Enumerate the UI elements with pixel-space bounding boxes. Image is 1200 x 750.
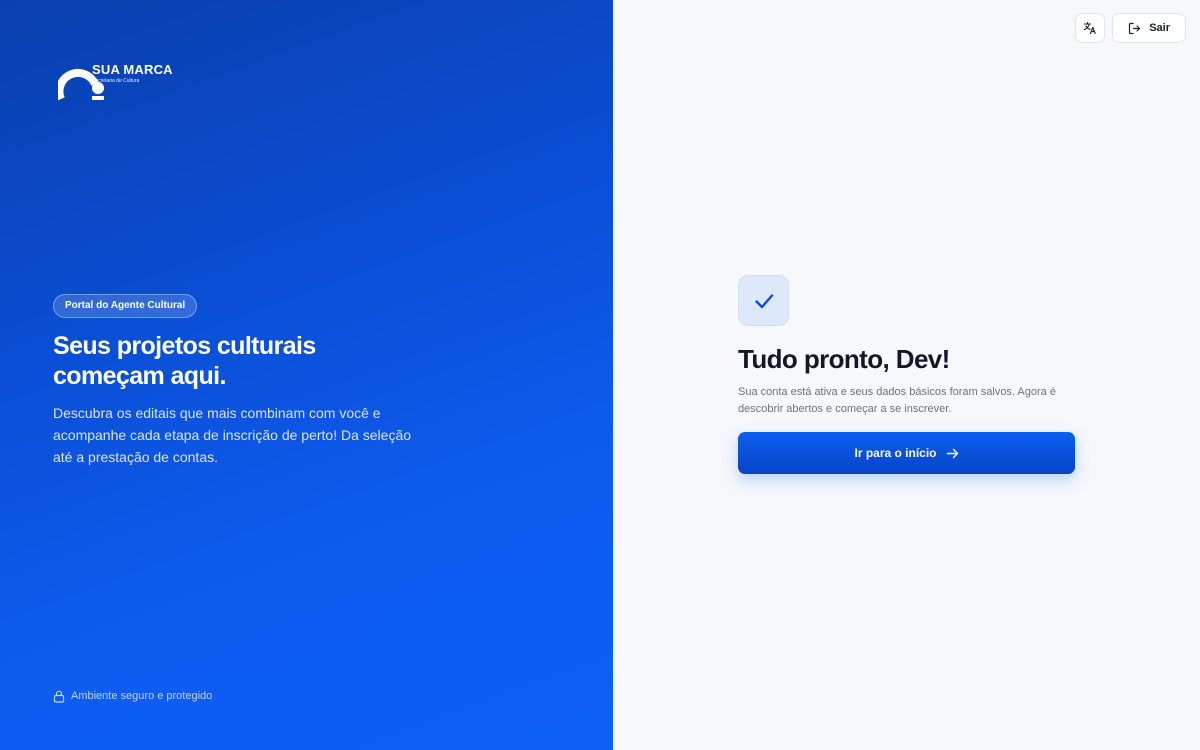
brand-subtitle: Secretaria de Cultura [92, 78, 140, 84]
brand-title: SUA MARCA [92, 62, 173, 77]
language-button[interactable] [1075, 13, 1106, 43]
brand-panel: SUA MARCA Secretaria de Cultura Portal d… [0, 0, 613, 750]
hero-description: Descubra os editais que mais combinam co… [53, 405, 412, 465]
top-actions: Sair [1075, 13, 1186, 43]
go-home-button[interactable]: Ir para o início [738, 432, 1075, 474]
brand-logo: SUA MARCA Secretaria de Cultura [58, 60, 198, 104]
secure-note: Ambiente seguro e protegido [53, 688, 212, 704]
portal-badge: Portal do Agente Cultural [53, 294, 198, 318]
check-icon [754, 293, 773, 308]
hero-title: Seus projetos culturais começam aqui. [53, 332, 316, 390]
secure-text: Ambiente seguro e protegido [71, 690, 213, 702]
translate-icon [1084, 21, 1096, 35]
arrow-right-icon [946, 448, 958, 458]
logout-button[interactable]: Sair [1112, 13, 1186, 43]
logout-icon [1129, 22, 1141, 34]
completion-title: Tudo pronto, Dev! [738, 344, 950, 374]
success-check [738, 275, 789, 326]
go-home-label: Ir para o início [854, 446, 937, 460]
completion-description: Sua conta está ativa e seus dados básico… [738, 386, 1056, 415]
logout-label: Sair [1149, 22, 1170, 34]
lock-icon [53, 690, 65, 703]
